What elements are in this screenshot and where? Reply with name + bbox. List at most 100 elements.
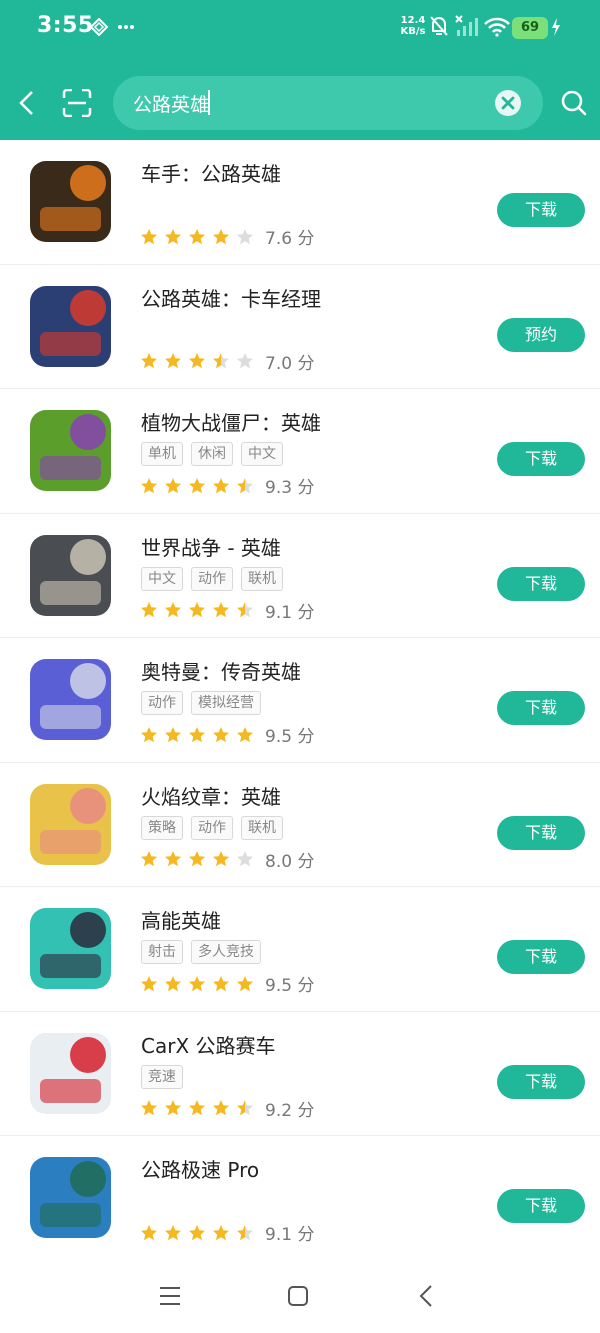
app-list-item[interactable]: 火焰纹章：英雄 策略 动作 联机 8.0 分 下载 xyxy=(0,763,600,887)
download-button[interactable]: 下载 xyxy=(497,1064,585,1099)
star-empty-icon xyxy=(237,851,253,867)
star-full-icon xyxy=(237,726,253,742)
app-list-item[interactable]: 奥特曼：传奇英雄 动作 模拟经营 9.5 分 下载 xyxy=(0,638,600,763)
app-tag: 动作 xyxy=(191,566,233,591)
rating-score: 9.3 分 xyxy=(265,478,315,498)
search-icon[interactable] xyxy=(561,90,587,116)
app-title[interactable]: 车手：公路英雄 xyxy=(141,158,281,187)
star-full-icon xyxy=(189,353,205,369)
app-tag: 单机 xyxy=(141,442,183,466)
app-list-item[interactable]: 植物大战僵尸：英雄 单机 休闲 中文 9.3 分 下载 xyxy=(0,389,600,514)
app-list-item[interactable]: 世界战争 - 英雄中文 动作 联机 9.1 分 下载 xyxy=(0,514,600,638)
app-tag: 策略 xyxy=(141,815,183,840)
app-tag: 动作 xyxy=(191,815,233,840)
app-title[interactable]: 奥特曼：传奇英雄 xyxy=(141,656,301,685)
star-full-icon xyxy=(165,477,181,493)
carx-highway-icon[interactable] xyxy=(30,1032,111,1114)
app-list-item[interactable]: 公路英雄：卡车经理 7.0 分 预约 xyxy=(0,265,600,389)
download-button[interactable]: 下载 xyxy=(497,1189,585,1223)
clear-search-button[interactable] xyxy=(495,90,521,116)
download-button[interactable]: 下载 xyxy=(497,940,585,974)
status-time: 3:55 xyxy=(37,13,94,38)
rating-score: 9.2 分 xyxy=(265,1100,315,1121)
truck-manager-icon[interactable] xyxy=(30,285,111,367)
scan-icon[interactable] xyxy=(62,89,92,117)
search-input[interactable] xyxy=(133,89,493,117)
high-energy-hero-icon[interactable] xyxy=(30,908,111,989)
star-full-icon xyxy=(213,228,229,244)
download-button[interactable]: 下载 xyxy=(497,442,585,476)
app-title[interactable]: 植物大战僵尸：英雄 xyxy=(141,407,321,436)
rating-score: 9.1 分 xyxy=(265,602,315,623)
star-full-icon xyxy=(141,602,157,618)
star-full-icon xyxy=(189,477,205,493)
search-bar[interactable] xyxy=(113,76,543,130)
app-title[interactable]: 公路极速 Pro xyxy=(141,1154,259,1183)
rating-score: 9.5 分 xyxy=(265,976,315,996)
ultraman-icon[interactable] xyxy=(30,659,111,740)
fire-emblem-icon[interactable] xyxy=(30,783,111,865)
status-bar: 3:55 12.4 KB/s 69 xyxy=(0,0,600,56)
star-rating: 9.5 分 xyxy=(140,971,314,996)
more-dots-icon xyxy=(118,25,134,29)
highway-hero-icon[interactable] xyxy=(30,161,111,242)
back-icon[interactable] xyxy=(18,90,36,116)
app-title[interactable]: CarX 公路赛车 xyxy=(141,1030,276,1059)
app-tags: 射击 多人竞技 xyxy=(141,940,261,964)
star-full-icon xyxy=(165,228,181,244)
star-rating: 9.2 分 xyxy=(140,1096,314,1121)
star-rating: 9.1 分 xyxy=(140,1220,314,1245)
star-full-icon xyxy=(141,726,157,742)
star-half-icon xyxy=(237,1224,253,1240)
net-speed-unit: KB/s xyxy=(400,26,426,37)
wwii-icon[interactable] xyxy=(30,534,111,616)
app-tag: 模拟经营 xyxy=(191,691,261,715)
close-icon xyxy=(501,96,515,110)
star-rating: 9.5 分 xyxy=(140,722,314,747)
text-cursor xyxy=(208,90,210,115)
star-full-icon xyxy=(141,851,157,867)
star-full-icon xyxy=(165,602,181,618)
star-full-icon xyxy=(141,228,157,244)
star-full-icon xyxy=(189,1100,205,1116)
pvz-heroes-icon[interactable] xyxy=(30,410,111,491)
app-list-item[interactable]: 车手：公路英雄 7.6 分 下载 xyxy=(0,140,600,265)
hrp-icon[interactable] xyxy=(30,1157,111,1238)
star-rating: 9.3 分 xyxy=(140,473,314,498)
app-title[interactable]: 高能英雄 xyxy=(141,905,221,934)
star-full-icon xyxy=(141,975,157,991)
app-tag: 中文 xyxy=(141,566,183,591)
app-tags: 中文 动作 联机 xyxy=(141,566,283,591)
app-title[interactable]: 世界战争 - 英雄 xyxy=(141,532,281,561)
download-button[interactable]: 下载 xyxy=(497,815,585,850)
star-full-icon xyxy=(189,1224,205,1240)
star-full-icon xyxy=(189,602,205,618)
star-full-icon xyxy=(237,975,253,991)
app-list-item[interactable]: 公路极速 Pro 9.1 分 下载 xyxy=(0,1136,600,1261)
app-notification-icon xyxy=(90,18,108,36)
home-icon[interactable] xyxy=(287,1285,309,1307)
star-full-icon xyxy=(165,1100,181,1116)
app-tag: 联机 xyxy=(241,566,283,591)
app-list-item[interactable]: 高能英雄射击 多人竞技 9.5 分 下载 xyxy=(0,887,600,1012)
no-signal-icon xyxy=(455,15,478,36)
app-tag: 联机 xyxy=(241,815,283,840)
download-button[interactable]: 下载 xyxy=(497,691,585,725)
app-list-item[interactable]: CarX 公路赛车 竞速 9.2 分 下载 xyxy=(0,1012,600,1136)
star-full-icon xyxy=(189,228,205,244)
download-button[interactable]: 下载 xyxy=(497,193,585,227)
app-title[interactable]: 公路英雄：卡车经理 xyxy=(141,283,321,312)
download-button[interactable]: 下载 xyxy=(497,566,585,601)
reserve-button[interactable]: 预约 xyxy=(497,317,585,352)
app-title[interactable]: 火焰纹章：英雄 xyxy=(141,781,281,810)
net-speed: 12.4 KB/s xyxy=(399,15,427,37)
star-full-icon xyxy=(189,851,205,867)
star-rating: 7.6 分 xyxy=(140,224,314,249)
star-full-icon xyxy=(141,477,157,493)
star-full-icon xyxy=(213,1224,229,1240)
star-rating: 7.0 分 xyxy=(140,349,314,374)
nav-back-icon[interactable] xyxy=(418,1284,434,1308)
mute-bell-icon xyxy=(430,16,448,36)
menu-icon[interactable] xyxy=(159,1285,181,1307)
star-full-icon xyxy=(189,975,205,991)
